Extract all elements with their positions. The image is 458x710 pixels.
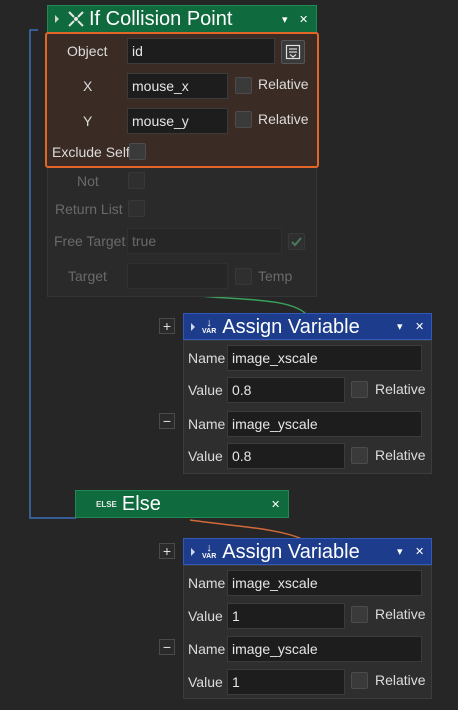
name-field[interactable]: image_xscale (227, 570, 422, 596)
relative-label: Relative (375, 672, 426, 688)
var-icon: ↓ VAR (202, 317, 217, 336)
name-label: Name (188, 641, 226, 657)
object-picker-button[interactable] (281, 40, 305, 64)
name-label: Name (188, 416, 226, 432)
collapse-arrow-icon[interactable] (52, 15, 62, 23)
add-row-button-2[interactable]: + (159, 543, 175, 559)
free-target-checkbox[interactable] (288, 233, 305, 250)
value-value: 1 (232, 608, 240, 624)
value-field[interactable]: 1 (227, 669, 345, 695)
name-value: image_xscale (232, 575, 318, 591)
not-label: Not (77, 173, 99, 189)
add-row-button-1[interactable]: + (159, 318, 175, 334)
free-target-value: true (132, 233, 157, 249)
target-field[interactable] (127, 263, 228, 289)
object-field[interactable]: id (127, 38, 275, 64)
else-icon: ELSE (96, 499, 117, 509)
value-label: Value (188, 382, 223, 398)
wire-else-to-assign2 (189, 519, 305, 541)
assign-node-2-title: Assign Variable (222, 540, 360, 563)
relative-label: Relative (375, 606, 426, 622)
else-node-title: Else (121, 493, 161, 515)
name-label: Name (188, 575, 226, 591)
collision-point-icon (68, 11, 84, 27)
value-value: 0.8 (232, 448, 252, 464)
name-value: image_xscale (232, 350, 318, 366)
value-label: Value (188, 448, 223, 464)
remove-row-button-2[interactable]: − (159, 639, 175, 655)
relative-checkbox[interactable] (351, 447, 368, 464)
dropdown-icon[interactable]: ▾ (282, 6, 288, 32)
name-value: image_yscale (232, 641, 318, 657)
value-value: 1 (232, 674, 240, 690)
name-field[interactable]: image_xscale (227, 345, 422, 371)
y-relative-checkbox[interactable] (235, 111, 252, 128)
not-checkbox[interactable] (128, 172, 145, 189)
free-target-field[interactable]: true (127, 228, 282, 254)
return-list-label: Return List (55, 201, 123, 217)
x-field[interactable]: mouse_x (127, 73, 228, 99)
collision-node-header[interactable]: If Collision Point ▾ ✕ (47, 5, 317, 33)
relative-checkbox[interactable] (351, 381, 368, 398)
value-field[interactable]: 0.8 (227, 377, 345, 403)
temp-checkbox[interactable] (235, 268, 252, 285)
var-icon-text: VAR (202, 328, 217, 335)
else-node-header[interactable]: ELSE Else ✕ (75, 490, 289, 518)
value-value: 0.8 (232, 382, 252, 398)
value-label: Value (188, 674, 223, 690)
checkmark-icon (291, 237, 302, 247)
x-relative-checkbox[interactable] (235, 77, 252, 94)
temp-label: Temp (258, 268, 293, 284)
close-icon[interactable]: ✕ (299, 6, 308, 32)
relative-label: Relative (375, 447, 426, 463)
free-target-label: Free Target (54, 233, 126, 249)
list-picker-icon (285, 44, 301, 60)
assign-node-1-title: Assign Variable (222, 315, 360, 338)
object-value: id (132, 43, 143, 59)
name-field[interactable]: image_yscale (227, 636, 422, 662)
x-label: X (83, 78, 93, 94)
return-list-checkbox[interactable] (128, 200, 145, 217)
y-label: Y (83, 113, 93, 129)
dropdown-icon[interactable]: ▾ (397, 539, 403, 564)
value-field[interactable]: 0.8 (227, 443, 345, 469)
x-relative-label: Relative (258, 76, 309, 92)
close-icon[interactable]: ✕ (415, 539, 424, 564)
value-field[interactable]: 1 (227, 603, 345, 629)
value-label: Value (188, 608, 223, 624)
collapse-arrow-icon[interactable] (188, 322, 198, 331)
x-value: mouse_x (132, 78, 189, 94)
object-label: Object (67, 43, 108, 59)
name-value: image_yscale (232, 416, 318, 432)
assign-node-1-header[interactable]: ↓ VAR Assign Variable ▾ ✕ (183, 313, 432, 340)
exclude-self-label: Exclude Self (52, 144, 130, 160)
relative-checkbox[interactable] (351, 672, 368, 689)
name-label: Name (188, 350, 226, 366)
y-relative-label: Relative (258, 111, 309, 127)
collapse-arrow-icon[interactable] (188, 547, 198, 556)
dropdown-icon[interactable]: ▾ (397, 314, 403, 339)
y-field[interactable]: mouse_y (127, 108, 228, 134)
relative-checkbox[interactable] (351, 606, 368, 623)
exclude-self-checkbox[interactable] (129, 143, 146, 160)
y-value: mouse_y (132, 113, 189, 129)
var-icon-text: VAR (202, 553, 217, 560)
collision-node-title: If Collision Point (89, 8, 233, 30)
wire-if-to-assign1 (199, 295, 307, 315)
assign-node-2-header[interactable]: ↓ VAR Assign Variable ▾ ✕ (183, 538, 432, 565)
remove-row-button-1[interactable]: − (159, 413, 175, 429)
var-icon: ↓ VAR (202, 542, 217, 561)
close-icon[interactable]: ✕ (271, 491, 280, 517)
name-field[interactable]: image_yscale (227, 411, 422, 437)
close-icon[interactable]: ✕ (415, 314, 424, 339)
target-label: Target (68, 268, 107, 284)
relative-label: Relative (375, 381, 426, 397)
